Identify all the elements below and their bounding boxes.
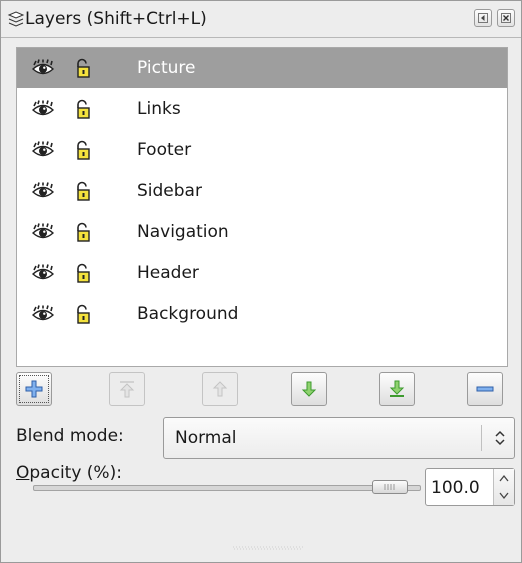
layer-name[interactable]: Sidebar [137,181,202,201]
dialog-title: Layers (Shift+Ctrl+L) [25,9,207,29]
layer-name[interactable]: Picture [137,58,195,78]
eye-icon[interactable] [32,223,54,241]
eye-icon[interactable] [32,305,54,323]
opacity-slider[interactable] [33,480,425,494]
chevron-updown-icon [495,430,505,446]
unlocked-icon[interactable] [75,263,91,283]
grip-icon [384,484,395,490]
layer-row[interactable]: Background [17,294,507,334]
slider-track [33,485,421,491]
lower-layer-button[interactable] [291,372,327,406]
select-separator [481,425,482,451]
unlocked-icon[interactable] [75,99,91,119]
raise-layer-icon [212,381,228,397]
layer-row[interactable]: Picture [17,48,507,88]
layer-name[interactable]: Links [137,99,181,119]
layers-list[interactable]: Picture Links Footer Sidebar Navigation Heade… [16,47,508,367]
unlocked-icon[interactable] [75,304,91,324]
raise-to-top-button[interactable] [109,372,145,406]
layer-name[interactable]: Header [137,263,199,283]
blend-mode-value: Normal [175,428,237,448]
unlocked-icon[interactable] [75,58,91,78]
dialog-titlebar: Layers (Shift+Ctrl+L) [1,1,521,38]
resize-grip-icon[interactable] [233,545,303,550]
opacity-label-mnemonic: O [16,463,30,483]
lower-to-bottom-button[interactable] [379,372,415,406]
unlocked-icon[interactable] [75,222,91,242]
layer-row[interactable]: Footer [17,130,507,170]
eye-icon[interactable] [32,182,54,200]
raise-layer-button[interactable] [202,372,238,406]
close-button[interactable] [497,9,515,27]
delete-layer-icon [476,386,494,392]
layer-row[interactable]: Navigation [17,212,507,252]
close-icon [501,13,511,23]
spin-up-icon [499,474,509,482]
raise-to-top-icon [119,381,135,398]
add-layer-icon [25,380,43,398]
opacity-value: 100.0 [431,478,480,498]
add-layer-button[interactable] [16,372,52,406]
blend-mode-label: Blend mode: [16,426,124,446]
eye-icon[interactable] [32,100,54,118]
opacity-spinbutton[interactable]: 100.0 [425,468,515,506]
layer-name[interactable]: Navigation [137,222,229,242]
lower-layer-icon [301,381,317,397]
delete-layer-button[interactable] [467,372,503,406]
eye-icon[interactable] [32,264,54,282]
slider-handle[interactable] [372,480,408,494]
layer-row[interactable]: Links [17,89,507,129]
layers-icon [7,11,25,27]
lower-to-bottom-icon [389,380,405,397]
blend-mode-select[interactable]: Normal [163,417,515,459]
unlocked-icon[interactable] [75,181,91,201]
layer-row[interactable]: Header [17,253,507,293]
spin-down-icon [499,492,509,500]
layer-row[interactable]: Sidebar [17,171,507,211]
layer-name[interactable]: Background [137,304,238,324]
unlocked-icon[interactable] [75,140,91,160]
arrow-left-icon [478,13,488,23]
iconify-button[interactable] [474,9,492,27]
layer-name[interactable]: Footer [137,140,191,160]
layers-dialog: Layers (Shift+Ctrl+L) Picture Links Footer… [0,0,522,563]
eye-icon[interactable] [32,141,54,159]
spin-arrows[interactable] [493,469,514,505]
eye-icon[interactable] [32,59,54,77]
